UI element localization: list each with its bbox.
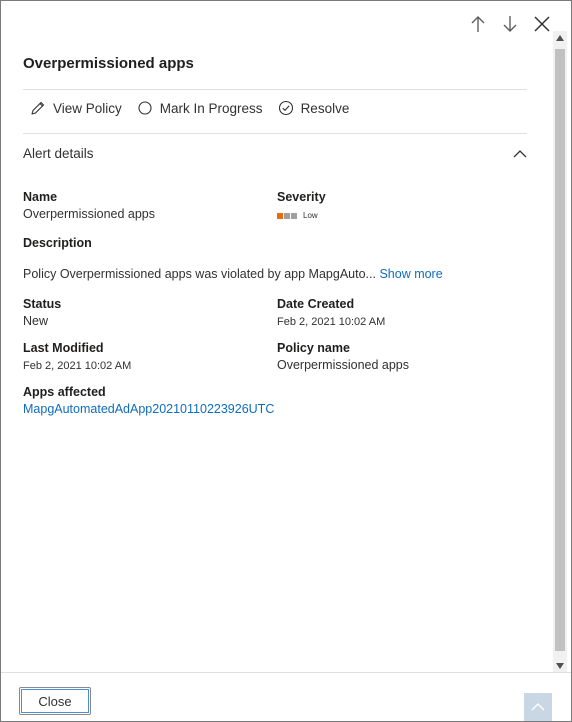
- vertical-scrollbar[interactable]: [553, 31, 567, 673]
- section-title: Alert details: [23, 146, 94, 161]
- mark-in-progress-button[interactable]: Mark In Progress: [136, 99, 263, 117]
- view-policy-button[interactable]: View Policy: [29, 99, 122, 117]
- last-modified-label: Last Modified: [23, 341, 104, 355]
- apps-affected-label: Apps affected: [23, 385, 106, 399]
- description-text: Policy Overpermissioned apps was violate…: [23, 267, 443, 281]
- severity-value: Low: [303, 211, 318, 220]
- policy-name-value: Overpermissioned apps: [277, 358, 410, 372]
- view-policy-label: View Policy: [53, 100, 122, 116]
- next-item-button[interactable]: [499, 13, 521, 35]
- severity-indicator: Low: [277, 211, 318, 220]
- severity-label: Severity: [277, 190, 326, 204]
- severity-bar-2: [284, 212, 290, 219]
- resolve-label: Resolve: [300, 100, 350, 116]
- apps-affected-link[interactable]: MapgAutomatedAdApp20210110223926UTC: [23, 402, 274, 416]
- divider: [23, 133, 527, 134]
- panel-title: Overpermissioned apps: [23, 55, 194, 72]
- scrollbar-thumb[interactable]: [555, 49, 565, 651]
- scroll-to-top-button[interactable]: [524, 693, 552, 721]
- chevron-up-icon: [531, 703, 545, 711]
- triangle-down-icon: [556, 663, 564, 669]
- scroll-up-arrow[interactable]: [553, 31, 567, 45]
- policy-name-label: Policy name: [277, 341, 350, 355]
- previous-item-button[interactable]: [467, 13, 489, 35]
- severity-bar-3: [291, 212, 297, 219]
- status-value: New: [23, 314, 49, 328]
- resolve-button[interactable]: Resolve: [277, 99, 350, 117]
- name-label: Name: [23, 190, 58, 204]
- show-more-link[interactable]: Show more: [379, 267, 442, 281]
- date-created-value: Feb 2, 2021 10:02 AM: [277, 316, 386, 328]
- footer-divider: [1, 672, 571, 673]
- pencil-icon: [29, 99, 47, 117]
- scroll-down-arrow[interactable]: [553, 659, 567, 673]
- name-value: Overpermissioned apps: [23, 207, 156, 221]
- circle-icon: [136, 99, 154, 117]
- mark-in-progress-label: Mark In Progress: [159, 100, 263, 116]
- close-panel-button[interactable]: [531, 13, 553, 35]
- alert-details-panel: Overpermissioned apps View Policy Mark I…: [0, 0, 572, 722]
- close-icon: [534, 16, 550, 32]
- description-value: Policy Overpermissioned apps was violate…: [23, 267, 376, 281]
- arrow-up-icon: [471, 16, 485, 32]
- alert-details-section-header[interactable]: Alert details: [23, 146, 527, 161]
- severity-bar-1: [277, 212, 283, 219]
- description-label: Description: [23, 236, 92, 250]
- last-modified-value: Feb 2, 2021 10:02 AM: [23, 360, 132, 372]
- close-button[interactable]: Close: [19, 687, 91, 715]
- triangle-up-icon: [556, 35, 564, 41]
- arrow-down-icon: [503, 16, 517, 32]
- status-label: Status: [23, 297, 62, 311]
- panel-navigation: [467, 13, 553, 35]
- date-created-label: Date Created: [277, 297, 355, 311]
- divider: [23, 89, 527, 90]
- chevron-up-icon[interactable]: [513, 149, 527, 158]
- check-circle-icon: [277, 99, 295, 117]
- action-bar: View Policy Mark In Progress Resolve: [29, 99, 363, 117]
